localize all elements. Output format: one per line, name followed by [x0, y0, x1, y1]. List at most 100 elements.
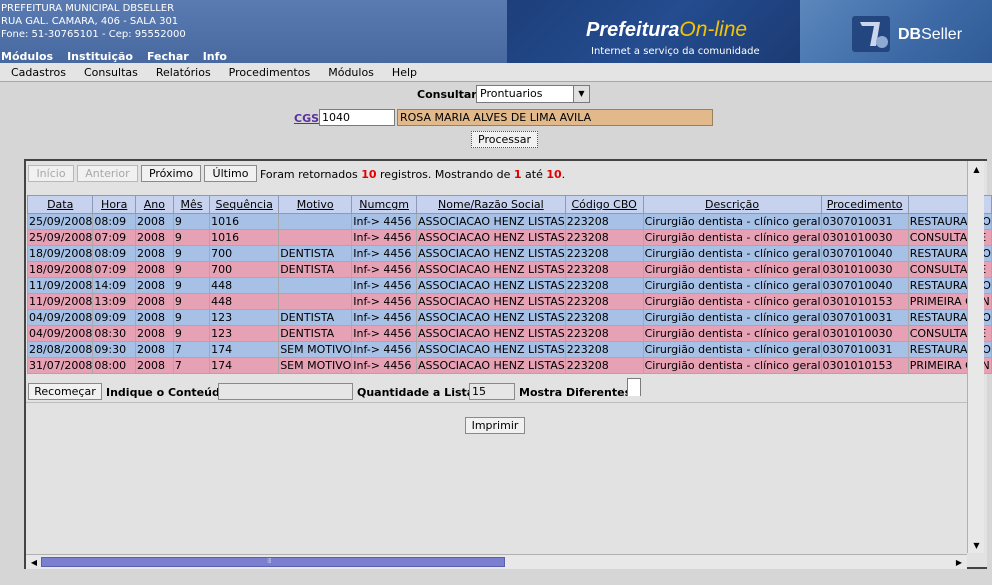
table-cell: 1016 [209, 229, 280, 246]
vertical-scrollbar[interactable]: ▲ ▼ [967, 161, 984, 553]
table-cell: SEM MOTIVO [278, 357, 353, 374]
table-cell: ASSOCIACAO HENZ LISTAS [415, 357, 566, 374]
col-descricao[interactable]: Descrição [642, 195, 822, 214]
table-cell: 2008 [134, 213, 174, 230]
table-cell: 08:30 [92, 325, 136, 342]
table-cell: 14:09 [92, 277, 136, 294]
table-cell: 9 [172, 309, 211, 326]
col-data[interactable]: Data [26, 195, 94, 214]
table-cell: 11/09/2008 [26, 293, 94, 310]
table-cell: 223208 [564, 229, 644, 246]
horizontal-scrollbar[interactable]: ◀ ⁞⁞⁞ ▶ [26, 554, 967, 569]
table-row[interactable]: 04/09/2008 09:09 2008 9 123 DENTISTA Inf-> 445… [26, 309, 992, 326]
banner-right [800, 0, 992, 63]
proximo-button[interactable]: Próximo [141, 165, 201, 182]
table-cell: 223208 [564, 325, 644, 342]
table-row[interactable]: 11/09/2008 13:09 2008 9 448 Inf-> 4456 ASSOCIA… [26, 293, 992, 310]
horizontal-scroll-thumb[interactable]: ⁞⁞⁞ [41, 557, 505, 567]
menu-consultas[interactable]: Consultas [84, 66, 138, 79]
table-cell: ASSOCIACAO HENZ LISTAS [415, 341, 566, 358]
table-cell: 07:09 [92, 261, 136, 278]
top-menu-modulos[interactable]: Módulos [1, 50, 53, 63]
top-menu-instituicao[interactable]: Instituição [67, 50, 133, 63]
menu-cadastros[interactable]: Cadastros [11, 66, 66, 79]
col-procedimento[interactable]: Procedimento [820, 195, 909, 214]
consultar-select-value: Prontuarios [480, 87, 543, 100]
table-row[interactable]: 04/09/2008 08:30 2008 9 123 DENTISTA Inf-> 445… [26, 325, 992, 342]
table-cell: Inf-> 4456 [351, 309, 417, 326]
table-cell: 0301010153 [820, 357, 909, 374]
table-row[interactable]: 11/09/2008 14:09 2008 9 448 Inf-> 4456 ASSOCIA… [26, 277, 992, 294]
scroll-down-icon[interactable]: ▼ [969, 538, 984, 552]
menu-modulos[interactable]: Módulos [328, 66, 374, 79]
table-cell: 1016 [209, 213, 280, 230]
table-cell: 0307010031 [820, 213, 909, 230]
imprimir-button[interactable]: Imprimir [465, 417, 525, 434]
top-menu-fechar[interactable]: Fechar [147, 50, 189, 63]
table-cell: 2008 [134, 229, 174, 246]
brand-db: DB [898, 26, 922, 43]
anterior-button[interactable]: Anterior [77, 165, 138, 182]
table-cell: 223208 [564, 245, 644, 262]
records-from: 1 [513, 168, 522, 181]
scroll-left-icon[interactable]: ◀ [28, 555, 40, 569]
cgs-name-field: ROSA MARIA ALVES DE LIMA AVILA [397, 109, 713, 126]
col-cbo[interactable]: Código CBO [564, 195, 644, 214]
col-hora[interactable]: Hora [92, 195, 136, 214]
menu-procedimentos[interactable]: Procedimentos [229, 66, 311, 79]
table-cell: 13:09 [92, 293, 136, 310]
recomecar-button[interactable]: Recomeçar [28, 383, 102, 400]
table-cell: Cirurgião dentista - clínico geral [642, 213, 822, 230]
table-cell: 448 [209, 293, 280, 310]
table-cell: 0301010030 [820, 229, 909, 246]
table-row[interactable]: 25/09/2008 07:09 2008 9 1016 Inf-> 4456 ASSOCI… [26, 229, 992, 246]
logo-part-1: Prefeitura [586, 19, 680, 41]
records-to: 10 [546, 168, 562, 181]
col-nome[interactable]: Nome/Razão Social [415, 195, 566, 214]
chevron-down-icon[interactable]: ▼ [573, 86, 589, 102]
top-menu-info[interactable]: Info [203, 50, 227, 63]
menu-help[interactable]: Help [392, 66, 417, 79]
table-cell: Cirurgião dentista - clínico geral [642, 229, 822, 246]
col-ano[interactable]: Ano [134, 195, 174, 214]
table-cell: 08:09 [92, 245, 136, 262]
col-motivo[interactable]: Motivo [278, 195, 353, 214]
table-cell: 448 [209, 277, 280, 294]
scroll-right-icon[interactable]: ▶ [953, 555, 965, 569]
col-sequencia[interactable]: Sequência [209, 195, 280, 214]
logo-part-2: On-line [679, 18, 748, 41]
consultar-select[interactable]: Prontuarios ▼ [476, 85, 590, 103]
table-cell: 04/09/2008 [26, 325, 94, 342]
cgs-link[interactable]: CGS [294, 112, 319, 125]
table-cell: 0307010040 [820, 277, 909, 294]
table-cell: Cirurgião dentista - clínico geral [642, 245, 822, 262]
processar-button[interactable]: Processar [471, 131, 538, 148]
table-cell: 9 [172, 293, 211, 310]
inicio-button[interactable]: Início [28, 165, 74, 182]
col-numcgm[interactable]: Numcgm [351, 195, 417, 214]
records-total: 10 [361, 168, 377, 181]
table-header-row: Data Hora Ano Mês Sequência Motivo Numcg… [26, 195, 992, 214]
table-row[interactable]: 31/07/2008 08:00 2008 7 174 SEM MOTIVO Inf-> 4… [26, 357, 992, 374]
scroll-up-icon[interactable]: ▲ [969, 162, 984, 176]
table-cell: 25/09/2008 [26, 213, 94, 230]
table-cell: 2008 [134, 261, 174, 278]
table-row[interactable]: 28/08/2008 09:30 2008 7 174 SEM MOTIVO Inf-> 4… [26, 341, 992, 358]
table-cell: DENTISTA [278, 261, 353, 278]
quantidade-input[interactable]: 15 [469, 383, 515, 400]
table-cell: 2008 [134, 245, 174, 262]
table-cell: 2008 [134, 341, 174, 358]
table-row[interactable]: 18/09/2008 07:09 2008 9 700 DENTISTA Inf-> 445… [26, 261, 992, 278]
mostra-diferentes-checkbox[interactable] [627, 378, 641, 396]
indique-input[interactable] [218, 383, 353, 400]
cgs-input[interactable]: 1040 [319, 109, 395, 126]
menu-relatorios[interactable]: Relatórios [156, 66, 211, 79]
table-row[interactable]: 18/09/2008 08:09 2008 9 700 DENTISTA Inf-> 445… [26, 245, 992, 262]
ultimo-button[interactable]: Último [204, 165, 257, 182]
table-cell: 2008 [134, 325, 174, 342]
table-row[interactable]: 25/09/2008 08:09 2008 9 1016 Inf-> 4456 ASSOCI… [26, 213, 992, 230]
table-cell: 9 [172, 325, 211, 342]
col-mes[interactable]: Mês [172, 195, 211, 214]
logo-subtitle: Internet a serviço da comunidade [591, 46, 760, 57]
table-cell: ASSOCIACAO HENZ LISTAS [415, 213, 566, 230]
